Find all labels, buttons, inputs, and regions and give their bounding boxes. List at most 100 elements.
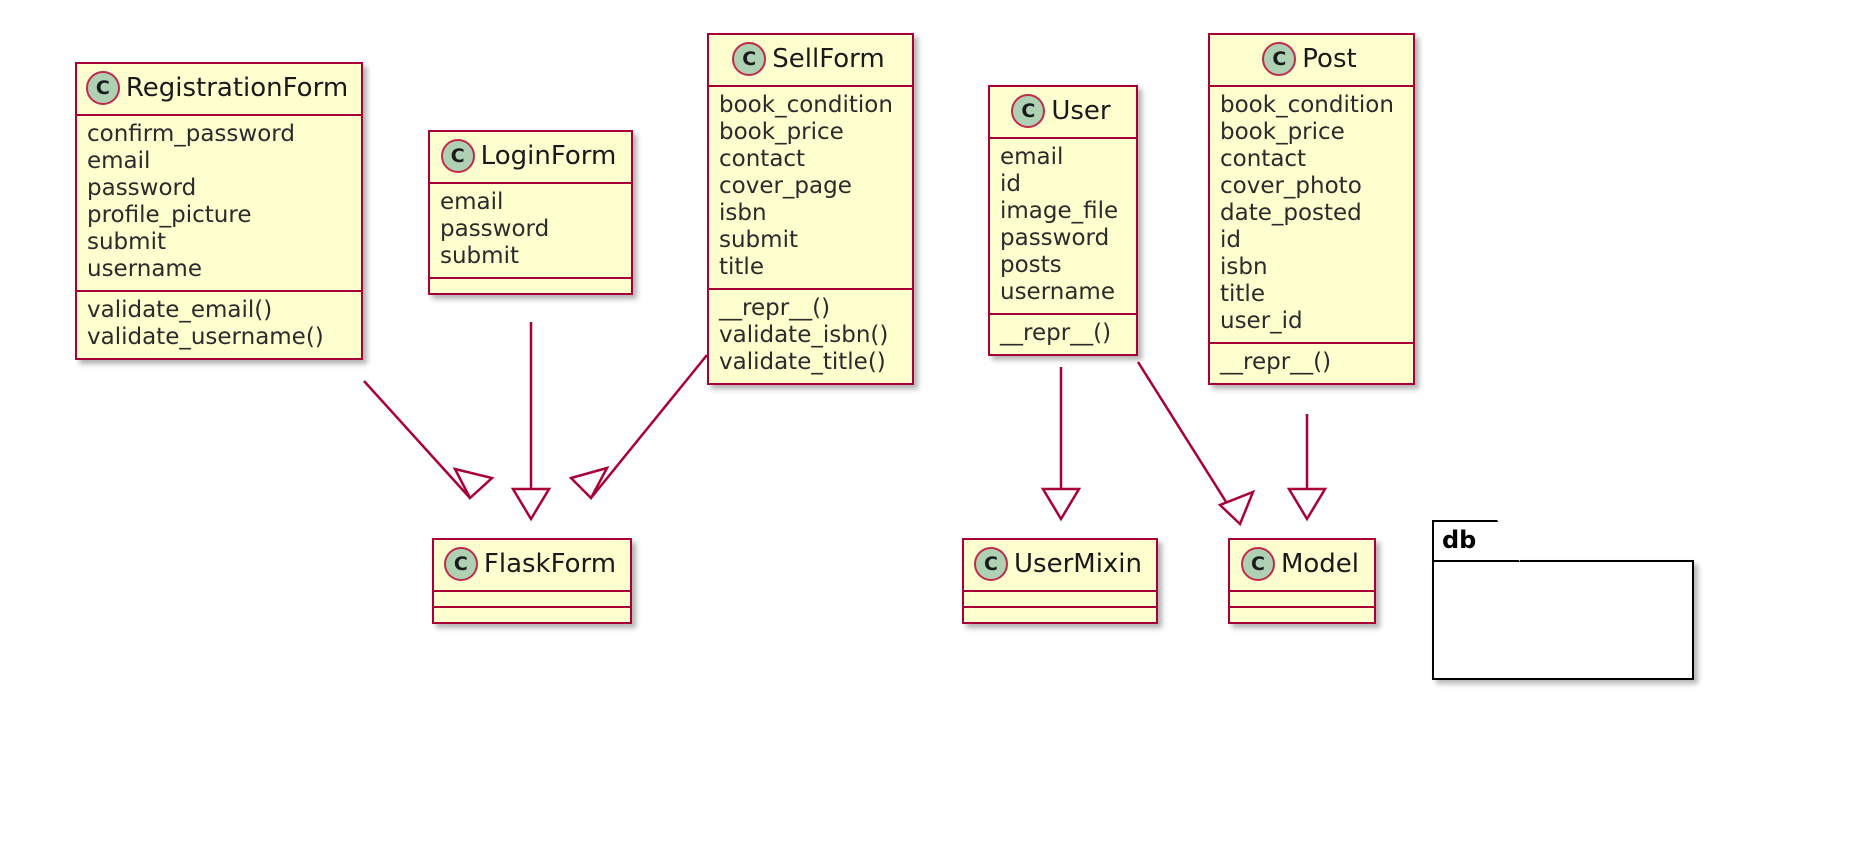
attribute-item: password: [440, 216, 550, 242]
method-item: validate_email(): [87, 297, 273, 323]
class-header: C SellForm: [709, 35, 912, 87]
class-name-label: LoginForm: [480, 141, 617, 171]
class-stereotype-icon: C: [1240, 547, 1275, 581]
method-compartment-empty: [964, 608, 1156, 622]
class-header: C Model: [1230, 540, 1374, 592]
attribute-item: title: [1220, 281, 1265, 307]
attribute-item: contact: [719, 146, 806, 172]
class-name-label: User: [1051, 96, 1111, 126]
attribute-item: submit: [719, 227, 798, 253]
attribute-compartment-empty: [434, 592, 630, 608]
method-compartment: __repr__(): [1210, 344, 1413, 383]
method-item: validate_isbn(): [719, 322, 889, 348]
attribute-item: isbn: [719, 200, 767, 226]
uml-class-diagram: db C RegistrationForm confirm_password emai…: [0, 0, 1874, 848]
attribute-item: date_posted: [1220, 200, 1362, 226]
attribute-item: book_condition: [1220, 92, 1394, 118]
generalization-arrowhead: [510, 487, 552, 522]
edge-SellForm-to-FlaskForm: [568, 354, 708, 501]
class-stereotype-icon: C: [443, 547, 478, 581]
attribute-compartment: book_condition book_price contact cover_pag…: [709, 87, 912, 290]
generalization-arrowhead: [1286, 487, 1328, 522]
attribute-item: posts: [1000, 252, 1062, 278]
attribute-item: username: [87, 256, 202, 282]
generalization-arrowhead: [1040, 487, 1082, 522]
attribute-item: id: [1220, 227, 1241, 253]
method-compartment-empty: [434, 608, 630, 622]
method-item: validate_username(): [87, 324, 324, 350]
attribute-item: image_file: [1000, 198, 1119, 224]
attribute-item: book_price: [719, 119, 844, 145]
class-header: C Post: [1210, 35, 1413, 87]
attribute-item: user_id: [1220, 308, 1303, 334]
generalization-arrowhead: [568, 466, 610, 501]
attribute-item: title: [719, 254, 764, 280]
class-name-label: SellForm: [772, 44, 885, 74]
class-header: C UserMixin: [964, 540, 1156, 592]
class-name-label: Model: [1280, 549, 1360, 579]
attribute-item: password: [1000, 225, 1110, 251]
attribute-compartment: confirm_password email password profile_pic…: [77, 116, 361, 292]
attribute-item: book_price: [1220, 119, 1345, 145]
method-compartment: __repr__() validate_isbn() validate_title(…: [709, 290, 912, 383]
class-name-label: UserMixin: [1014, 549, 1143, 579]
method-compartment-empty: [1230, 608, 1374, 622]
attribute-item: confirm_password: [87, 121, 295, 147]
attribute-compartment: email password submit: [430, 184, 631, 279]
method-item: __repr__(): [1220, 349, 1332, 375]
attribute-item: password: [87, 175, 197, 201]
method-compartment: validate_email() validate_username(): [77, 292, 361, 358]
class-box-Post[interactable]: C Post book_condition book_price contact cove…: [1208, 33, 1415, 385]
attribute-item: isbn: [1220, 254, 1268, 280]
attribute-compartment: email id image_file password posts username: [990, 139, 1136, 315]
package-tab-db: db: [1432, 520, 1520, 562]
class-box-User[interactable]: C User email id image_file password posts usern…: [988, 85, 1138, 356]
class-stereotype-icon: C: [974, 547, 1008, 581]
edge-User-to-UserMixin: [1040, 367, 1082, 522]
attribute-compartment: book_condition book_price contact cover_pho…: [1210, 87, 1413, 344]
attribute-item: submit: [87, 229, 166, 255]
generalization-arrowhead: [452, 467, 495, 501]
class-header: C RegistrationForm: [77, 64, 361, 116]
attribute-item: username: [1000, 279, 1115, 305]
method-item: __repr__(): [719, 295, 831, 321]
attribute-item: id: [1000, 171, 1021, 197]
edge-Post-to-Model: [1286, 414, 1328, 522]
class-header: C FlaskForm: [434, 540, 630, 592]
class-name-label: FlaskForm: [483, 549, 617, 579]
attribute-compartment-empty: [1230, 592, 1374, 608]
class-box-LoginForm[interactable]: C LoginForm email password submit: [428, 130, 633, 295]
attribute-item: cover_photo: [1220, 173, 1362, 199]
attribute-item: contact: [1220, 146, 1307, 172]
class-box-Model[interactable]: C Model: [1228, 538, 1376, 624]
edge-User-to-Model: [1136, 361, 1256, 527]
class-stereotype-icon: C: [1011, 94, 1046, 128]
class-box-UserMixin[interactable]: C UserMixin: [962, 538, 1158, 624]
attribute-item: book_condition: [719, 92, 893, 118]
attribute-item: email: [1000, 144, 1064, 170]
attribute-compartment-empty: [964, 592, 1156, 608]
generalization-arrowhead: [1217, 489, 1256, 527]
class-name-label: Post: [1302, 44, 1357, 74]
class-stereotype-icon: C: [732, 42, 767, 76]
class-name-label: RegistrationForm: [125, 73, 349, 103]
package-frame-db: [1432, 560, 1694, 680]
attribute-item: email: [87, 148, 151, 174]
class-box-RegistrationForm[interactable]: C RegistrationForm confirm_password email pa…: [75, 62, 363, 360]
method-compartment-empty: [430, 279, 631, 293]
edge-LoginForm-to-FlaskForm: [510, 322, 552, 522]
attribute-item: cover_page: [719, 173, 852, 199]
attribute-item: profile_picture: [87, 202, 252, 228]
package-name-label: db: [1442, 526, 1477, 554]
class-header: C LoginForm: [430, 132, 631, 184]
attribute-item: submit: [440, 243, 519, 269]
class-stereotype-icon: C: [1262, 42, 1297, 76]
method-item: validate_title(): [719, 349, 886, 375]
class-header: C User: [990, 87, 1136, 139]
class-stereotype-icon: C: [85, 71, 120, 105]
edge-RegistrationForm-to-FlaskForm: [363, 380, 495, 501]
attribute-item: email: [440, 189, 504, 215]
class-box-SellForm[interactable]: C SellForm book_condition book_price contact…: [707, 33, 914, 385]
method-item: __repr__(): [1000, 320, 1112, 346]
class-box-FlaskForm[interactable]: C FlaskForm: [432, 538, 632, 624]
